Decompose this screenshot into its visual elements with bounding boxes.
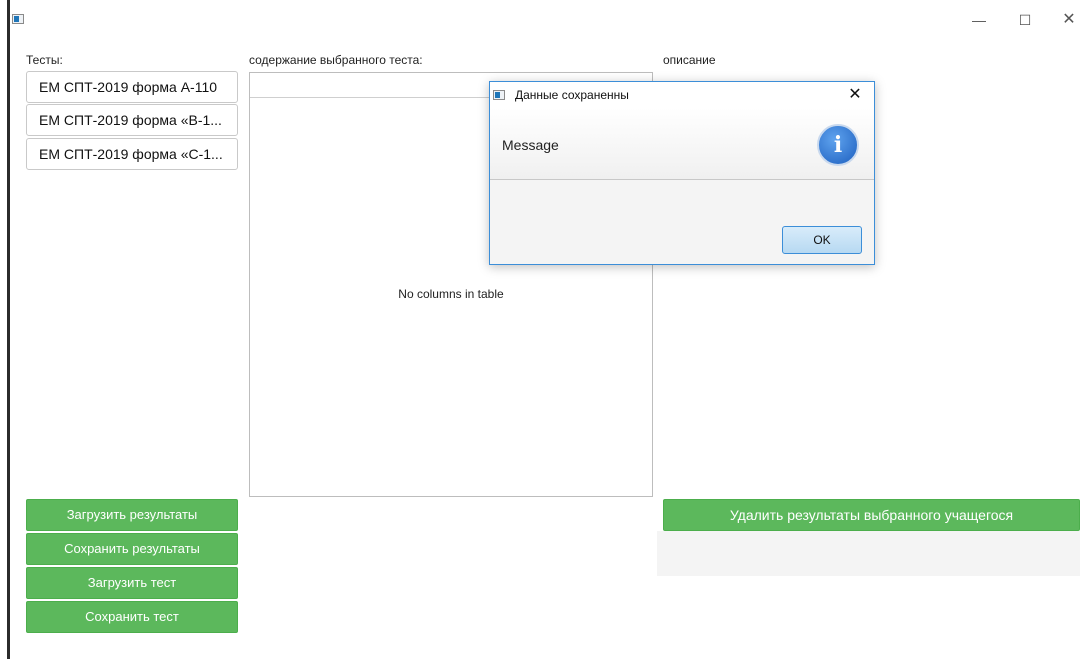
window-titlebar: — ☐ ✕ (10, 0, 1080, 40)
left-edge-bar (7, 0, 10, 659)
dialog-titlebar: Данные сохраненны ✕ (490, 82, 874, 108)
info-icon: i (817, 124, 859, 166)
load-test-button[interactable]: Загрузить тест (26, 567, 238, 599)
dialog-title: Данные сохраненны (515, 88, 629, 102)
info-dialog: Данные сохраненны ✕ Message i OK (489, 81, 875, 265)
test-item-a110[interactable]: ЕМ СПТ-2019 форма А-110 (26, 71, 238, 103)
save-results-button[interactable]: Сохранить результаты (26, 533, 238, 565)
maximize-icon[interactable]: ☐ (1010, 10, 1040, 30)
tests-label: Тесты: (26, 53, 63, 67)
content-label: содержание выбранного теста: (249, 53, 423, 67)
test-item-c1[interactable]: ЕМ СПТ-2019 форма «С-1... (26, 138, 238, 170)
dialog-app-icon (493, 90, 505, 100)
minimize-icon[interactable]: — (964, 10, 994, 30)
description-label: описание (663, 53, 716, 67)
description-area (657, 531, 1080, 576)
app-icon (12, 14, 24, 24)
load-results-button[interactable]: Загрузить результаты (26, 499, 238, 531)
delete-student-results-button[interactable]: Удалить результаты выбранного учащегося (663, 499, 1080, 531)
save-test-button[interactable]: Сохранить тест (26, 601, 238, 633)
left-edge (0, 0, 10, 659)
dialog-message: Message (502, 137, 559, 153)
dialog-close-icon[interactable]: ✕ (844, 84, 866, 106)
close-icon[interactable]: ✕ (1054, 10, 1080, 30)
ok-button[interactable]: OK (782, 226, 862, 254)
table-empty-placeholder: No columns in table (398, 287, 504, 301)
dialog-header: Message i (490, 108, 874, 180)
test-item-b1[interactable]: ЕМ СПТ-2019 форма «В-1... (26, 104, 238, 136)
